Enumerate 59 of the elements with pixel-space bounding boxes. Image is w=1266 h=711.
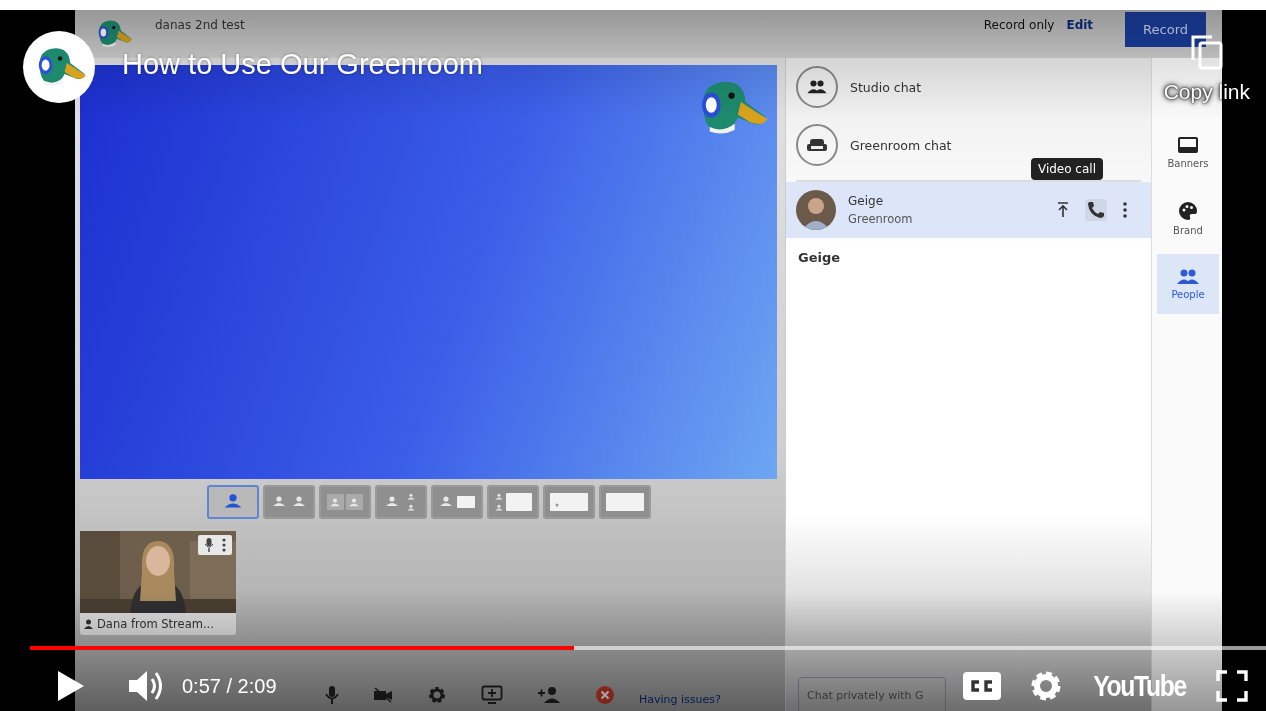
control-button[interactable] <box>427 685 447 705</box>
progress-bar[interactable] <box>30 646 1266 650</box>
edit-link[interactable]: Edit <box>1066 18 1094 32</box>
settings-icon <box>427 685 447 705</box>
layout-button[interactable] <box>318 485 371 519</box>
rail-tab[interactable]: Banners <box>1157 122 1219 182</box>
more-options-button[interactable] <box>1121 200 1129 220</box>
youtube-logo[interactable]: YouTube <box>1092 669 1186 703</box>
studio-name: danas 2nd test <box>155 18 245 32</box>
control-button[interactable] <box>537 686 561 704</box>
people-icon <box>807 80 827 94</box>
captions-icon <box>962 672 1001 700</box>
time-display: 0:57 / 2:09 <box>182 674 277 698</box>
layout-button[interactable] <box>430 485 483 519</box>
more-options-icon <box>1123 202 1127 218</box>
banner-icon <box>1177 135 1199 154</box>
layout-button[interactable] <box>262 485 315 519</box>
move-to-top-icon <box>1057 202 1069 218</box>
rail-tab[interactable]: Brand <box>1157 188 1219 248</box>
record-button[interactable]: Record <box>1125 11 1206 47</box>
play-button[interactable] <box>56 670 86 702</box>
record-mode-label: Record only <box>983 18 1055 32</box>
layout-button[interactable] <box>598 485 651 519</box>
control-button[interactable] <box>481 685 503 705</box>
video-title[interactable]: How to Use Our Greenroom <box>122 48 483 81</box>
tooltip: Video call <box>1030 158 1103 180</box>
control-button[interactable] <box>373 687 393 703</box>
chat-item[interactable]: Studio chat <box>786 58 1151 116</box>
play-icon <box>56 670 86 702</box>
person-icon <box>84 619 93 629</box>
layout-button[interactable] <box>542 485 595 519</box>
captions-button[interactable] <box>962 672 1001 700</box>
control-button[interactable] <box>595 685 615 705</box>
fullscreen-button[interactable] <box>1216 670 1248 702</box>
rail-tab[interactable]: People <box>1157 254 1219 314</box>
section-title: Geige <box>797 249 842 267</box>
participant-name: Geige <box>848 194 884 208</box>
phone-icon <box>1087 201 1105 219</box>
microphone-icon <box>325 685 339 705</box>
people-icon <box>1177 268 1199 285</box>
palette-icon <box>1178 200 1198 221</box>
video-call-button[interactable] <box>1085 199 1107 221</box>
layout-button[interactable] <box>374 485 427 519</box>
more-options-icon[interactable] <box>222 538 226 552</box>
camera-off-icon <box>373 687 393 703</box>
layout-button[interactable] <box>486 485 539 519</box>
control-button[interactable] <box>325 685 339 705</box>
chat-input[interactable]: Chat privately with G <box>798 677 946 711</box>
layout-button[interactable] <box>206 485 259 519</box>
add-person-icon <box>537 686 561 704</box>
couch-icon <box>807 138 827 152</box>
participant-card[interactable]: Dana from Stream... <box>80 531 236 635</box>
move-to-top-button[interactable] <box>1055 200 1071 220</box>
participant-location: Greenroom <box>848 212 913 226</box>
microphone-icon[interactable] <box>204 538 214 552</box>
participant-name: Dana from Stream... <box>97 617 214 631</box>
monitor-plus-icon <box>481 685 503 705</box>
avatar-icon <box>796 190 836 230</box>
close-icon <box>595 685 615 705</box>
